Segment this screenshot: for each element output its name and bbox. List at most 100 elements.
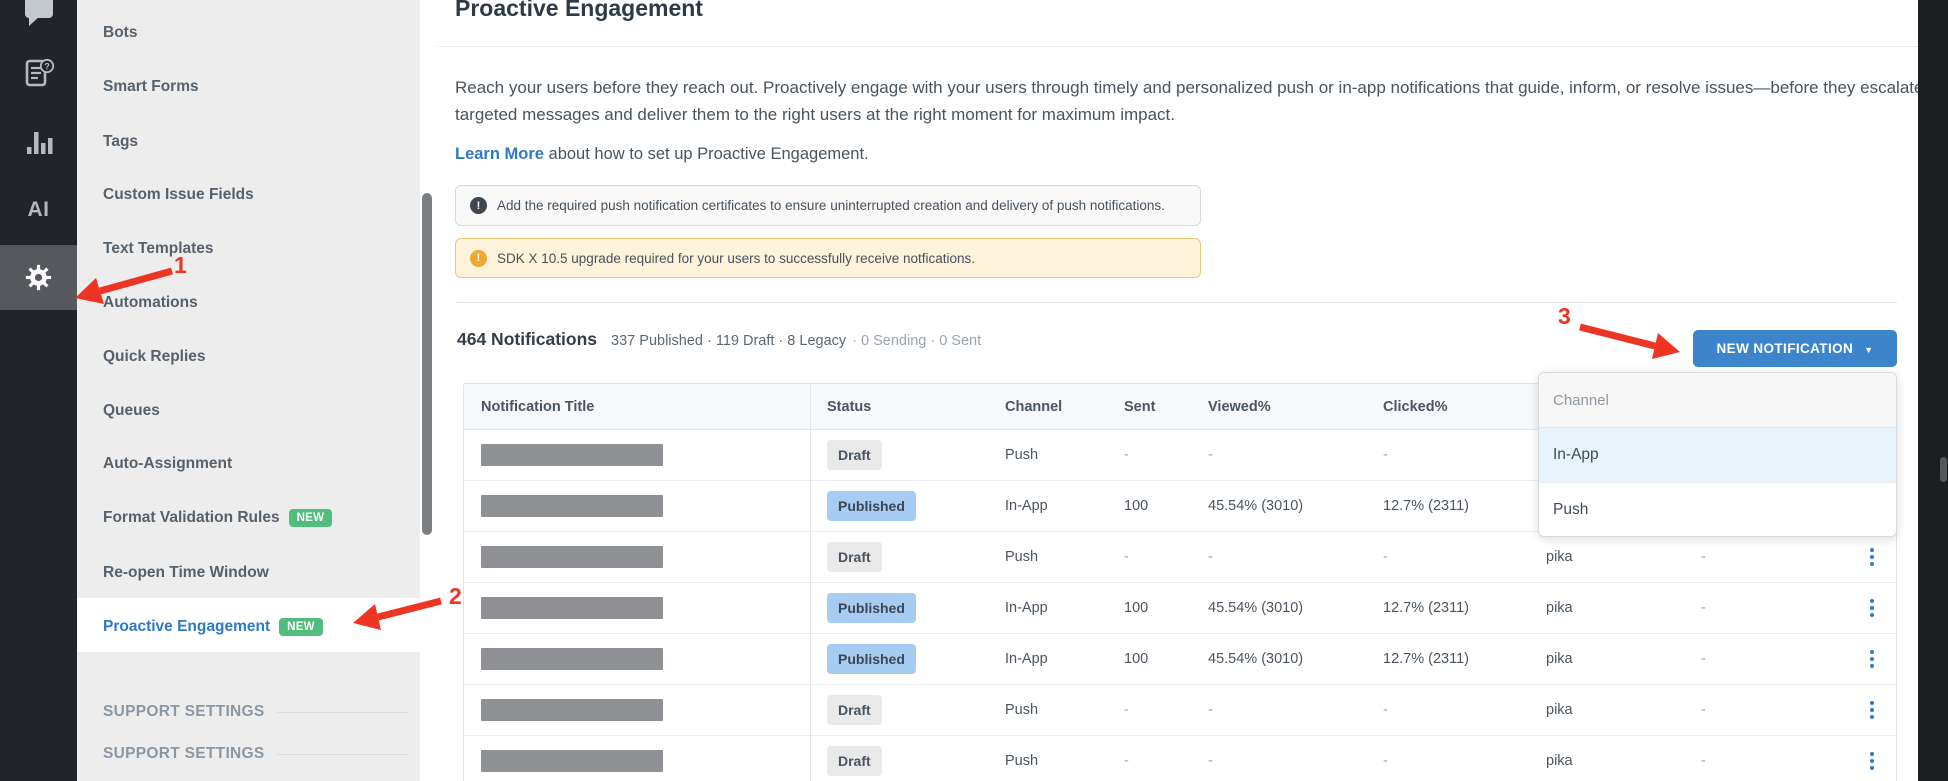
- sidebar-item-reopen-time-window[interactable]: Re-open Time Window: [103, 562, 269, 584]
- app-screen: ? AI Bots Smart Forms Tags Custom Issue …: [0, 0, 1948, 781]
- clicked-cell: -: [1383, 753, 1388, 769]
- faq-article-icon[interactable]: ?: [0, 55, 77, 93]
- sidebar-item-smart-forms[interactable]: Smart Forms: [103, 76, 199, 98]
- redacted-title-bar: [481, 444, 663, 466]
- alert-text: Add the required push notification certi…: [497, 198, 1165, 213]
- viewed-cell: -: [1208, 549, 1213, 565]
- sidebar-item-auto-assignment[interactable]: Auto-Assignment: [103, 453, 232, 475]
- viewed-cell: -: [1208, 447, 1213, 463]
- sdk-upgrade-alert: ! SDK X 10.5 upgrade required for your u…: [455, 238, 1201, 278]
- faq-doc-glyph: ?: [25, 58, 54, 87]
- section-header-label: SUPPORT SETTINGS: [103, 745, 265, 762]
- col-header-sent: Sent: [1124, 398, 1156, 415]
- dropdown-option-push[interactable]: Push: [1539, 483, 1896, 536]
- sent-cell: 100: [1124, 651, 1149, 667]
- sidebar-item-label: Tags: [103, 133, 139, 150]
- sent-cell: -: [1124, 549, 1129, 565]
- status-cell: Published: [811, 634, 991, 684]
- status-cell: Draft: [811, 430, 991, 480]
- status-cell: Draft: [811, 736, 991, 781]
- status-badge: Draft: [827, 746, 882, 776]
- created-by-cell: pika: [1546, 549, 1573, 565]
- table-row[interactable]: Published In-App 100 45.54% (3010) 12.7%…: [464, 583, 1896, 634]
- sidebar-scrollbar-thumb[interactable]: [422, 193, 432, 535]
- notification-title-cell: [464, 583, 811, 633]
- sidebar-item-bots[interactable]: Bots: [103, 22, 137, 44]
- kebab-menu-icon[interactable]: [1866, 544, 1878, 570]
- sidebar-item-queues[interactable]: Queues: [103, 400, 160, 422]
- sent-cell: -: [1124, 753, 1129, 769]
- new-notification-label: NEW NOTIFICATION: [1716, 341, 1854, 356]
- learn-more-rest: about how to set up Proactive Engagement…: [543, 145, 869, 163]
- kebab-menu-icon[interactable]: [1866, 697, 1878, 723]
- notification-title-cell: [464, 532, 811, 582]
- section-divider: [457, 302, 1897, 303]
- channel-cell: Push: [1005, 753, 1039, 769]
- created-by-cell: pika: [1546, 753, 1573, 769]
- status-cell: Published: [811, 583, 991, 633]
- new-notification-dropdown: Channel In-App Push: [1538, 372, 1897, 537]
- clicked-cell: 12.7% (2311): [1383, 600, 1469, 616]
- page-title: Proactive Engagement: [455, 0, 703, 21]
- sent-cell: -: [1124, 702, 1129, 718]
- bar-chart-glyph: [26, 132, 52, 154]
- kebab-menu-icon[interactable]: [1866, 646, 1878, 672]
- extra-cell: -: [1701, 753, 1706, 769]
- created-by-cell: pika: [1546, 651, 1573, 667]
- notification-title-cell: [464, 685, 811, 735]
- analytics-icon[interactable]: [0, 126, 77, 158]
- outer-scrollbar-thumb[interactable]: [1940, 457, 1947, 482]
- channel-cell: Push: [1005, 549, 1039, 565]
- viewed-cell: 45.54% (3010): [1208, 651, 1304, 667]
- sidebar-item-proactive-engagement[interactable]: Proactive Engagement NEW: [103, 616, 323, 638]
- status-badge: Published: [827, 491, 916, 521]
- sidebar-item-label: Bots: [103, 24, 138, 41]
- kebab-menu-icon[interactable]: [1866, 748, 1878, 774]
- notification-title-cell: [464, 634, 811, 684]
- sidebar-item-label: Quick Replies: [103, 348, 206, 365]
- ai-icon[interactable]: AI: [0, 195, 77, 225]
- status-cell: Draft: [811, 685, 991, 735]
- created-by-cell: pika: [1546, 600, 1573, 616]
- kebab-menu-icon[interactable]: [1866, 595, 1878, 621]
- redacted-title-bar: [481, 597, 663, 619]
- sidebar-item-automations[interactable]: Automations: [103, 292, 198, 314]
- sidebar-item-tags[interactable]: Tags: [103, 131, 138, 153]
- sidebar-item-custom-issue-fields[interactable]: Custom Issue Fields: [103, 184, 254, 206]
- table-row[interactable]: Draft Push - - - pika -: [464, 685, 1896, 736]
- status-badge: Published: [827, 644, 916, 674]
- learn-more-link[interactable]: Learn More: [455, 145, 544, 163]
- sidebar-item-quick-replies[interactable]: Quick Replies: [103, 346, 206, 368]
- clicked-cell: -: [1383, 549, 1388, 565]
- info-alert-icon: !: [470, 197, 487, 214]
- sidebar-item-format-validation-rules[interactable]: Format Validation Rules NEW: [103, 507, 333, 529]
- table-row[interactable]: Published In-App 100 45.54% (3010) 12.7%…: [464, 634, 1896, 685]
- new-notification-button[interactable]: NEW NOTIFICATION ▼: [1693, 330, 1897, 367]
- sent-cell: 100: [1124, 498, 1149, 514]
- clicked-cell: 12.7% (2311): [1383, 651, 1469, 667]
- ai-icon-label: AI: [27, 198, 50, 221]
- section-rule: [276, 711, 408, 713]
- status-badge: Draft: [827, 440, 882, 470]
- table-row[interactable]: Draft Push - - - pika -: [464, 532, 1896, 583]
- dropdown-option-in-app[interactable]: In-App: [1539, 428, 1896, 483]
- notifications-stats-muted: · 0 Sending · 0 Sent: [852, 333, 982, 349]
- actions-cell: [1791, 634, 1896, 684]
- conversations-icon[interactable]: [0, 0, 77, 33]
- viewed-cell: 45.54% (3010): [1208, 600, 1304, 616]
- extra-cell: -: [1701, 600, 1706, 616]
- status-badge: Draft: [827, 695, 882, 725]
- channel-cell: In-App: [1005, 498, 1048, 514]
- channel-cell: Push: [1005, 702, 1039, 718]
- table-row[interactable]: Draft Push - - - pika -: [464, 736, 1896, 781]
- sent-cell: -: [1124, 447, 1129, 463]
- clicked-cell: -: [1383, 447, 1388, 463]
- extra-cell: -: [1701, 702, 1706, 718]
- settings-rail-item[interactable]: [0, 245, 77, 310]
- col-header-notification-title: Notification Title: [464, 384, 811, 429]
- actions-cell: [1791, 736, 1896, 781]
- channel-cell: Push: [1005, 447, 1039, 463]
- sidebar-item-label: Text Templates: [103, 240, 214, 257]
- support-settings-header-2: SUPPORT SETTINGS: [103, 743, 408, 765]
- sidebar-item-text-templates[interactable]: Text Templates: [103, 238, 214, 260]
